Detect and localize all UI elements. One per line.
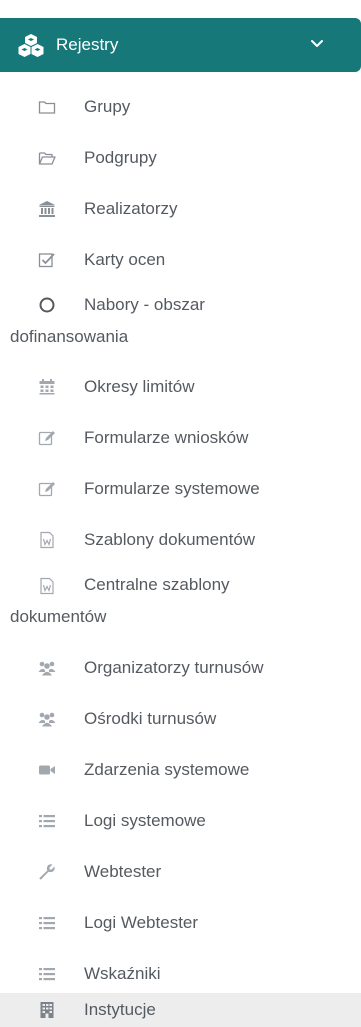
users-icon	[38, 712, 56, 727]
menu-item-zdarzenia-systemowe[interactable]: Zdarzenia systemowe	[0, 753, 361, 787]
wrench-icon	[39, 864, 55, 880]
menu-item-okresy-limitow[interactable]: Okresy limitów	[0, 370, 361, 404]
calendar-icon	[39, 379, 55, 395]
menu-item-label-continued: dofinansowania	[10, 327, 129, 346]
word-file-icon	[40, 577, 54, 595]
list-icon	[39, 968, 55, 981]
list-icon	[39, 815, 55, 828]
folder-open-icon	[38, 152, 56, 165]
menu-item-label: Instytucje	[84, 1000, 156, 1019]
menu-header-rejestry[interactable]: Rejestry	[0, 18, 361, 72]
menu-item-nabory[interactable]: Nabory - obszar dofinansowania	[0, 289, 361, 353]
menu-item-label: Wskaźniki	[84, 964, 161, 983]
menu-item-label: Formularze systemowe	[84, 479, 260, 498]
video-camera-icon	[39, 765, 55, 775]
menu-item-label: Grupy	[84, 97, 131, 116]
cubes-icon	[18, 34, 44, 57]
menu-item-label: Szablony dokumentów	[84, 530, 256, 549]
bank-icon	[39, 201, 55, 217]
menu-item-label: Karty ocen	[84, 250, 166, 269]
menu-item-label: Logi Webtester	[84, 913, 199, 932]
users-icon	[38, 661, 56, 676]
menu-item-realizatorzy[interactable]: Realizatorzy	[0, 192, 361, 226]
menu-item-label: Webtester	[84, 862, 162, 881]
menu-item-label: Formularze wniosków	[84, 428, 249, 447]
menu-item-label-continued: dokumentów	[10, 607, 107, 626]
menu-item-label: Centralne szablony	[84, 575, 230, 594]
menu-item-organizatorzy-turnusow[interactable]: Organizatorzy turnusów	[0, 651, 361, 685]
building-icon	[40, 1002, 54, 1018]
menu-item-label: Logi systemowe	[84, 811, 206, 830]
edit-icon	[38, 431, 55, 446]
menu-item-wskazniki[interactable]: Wskaźniki	[0, 957, 361, 991]
menu-item-label: Podgrupy	[84, 148, 157, 167]
menu-item-label: Organizatorzy turnusów	[84, 658, 264, 677]
menu-item-label: Nabory - obszar	[84, 295, 205, 314]
edit-icon	[38, 482, 55, 497]
circle-icon	[39, 297, 55, 313]
menu-item-grupy[interactable]: Grupy	[0, 90, 361, 124]
menu-item-podgrupy[interactable]: Podgrupy	[0, 141, 361, 175]
menu-item-label: Ośrodki turnusów	[84, 709, 217, 728]
menu-item-osrodki-turnusow[interactable]: Ośrodki turnusów	[0, 702, 361, 736]
menu-item-webtester[interactable]: Webtester	[0, 855, 361, 889]
menu-item-label: Okresy limitów	[84, 377, 195, 396]
check-square-icon	[38, 253, 55, 268]
menu-item-logi-systemowe[interactable]: Logi systemowe	[0, 804, 361, 838]
menu-item-centralne-szablony[interactable]: Centralne szablony dokumentów	[0, 569, 361, 633]
menu-item-logi-webtester[interactable]: Logi Webtester	[0, 906, 361, 940]
folder-icon	[38, 101, 56, 114]
menu-item-karty-ocen[interactable]: Karty ocen	[0, 243, 361, 277]
word-file-icon	[40, 531, 54, 549]
menu-item-formularze-wnioskow[interactable]: Formularze wniosków	[0, 421, 361, 455]
list-icon	[39, 917, 55, 930]
sidebar-menu: Rejestry Grupy Podgrupy Realizatorzy Kar…	[0, 0, 361, 1027]
menu-header-title: Rejestry	[56, 35, 119, 54]
menu-item-formularze-systemowe[interactable]: Formularze systemowe	[0, 472, 361, 506]
menu-item-szablony-dokumentow[interactable]: Szablony dokumentów	[0, 523, 361, 557]
chevron-down-icon[interactable]	[310, 38, 324, 50]
menu-item-instytucje[interactable]: Instytucje	[0, 993, 361, 1027]
menu-item-label: Zdarzenia systemowe	[84, 760, 250, 779]
menu-item-label: Realizatorzy	[84, 199, 178, 218]
